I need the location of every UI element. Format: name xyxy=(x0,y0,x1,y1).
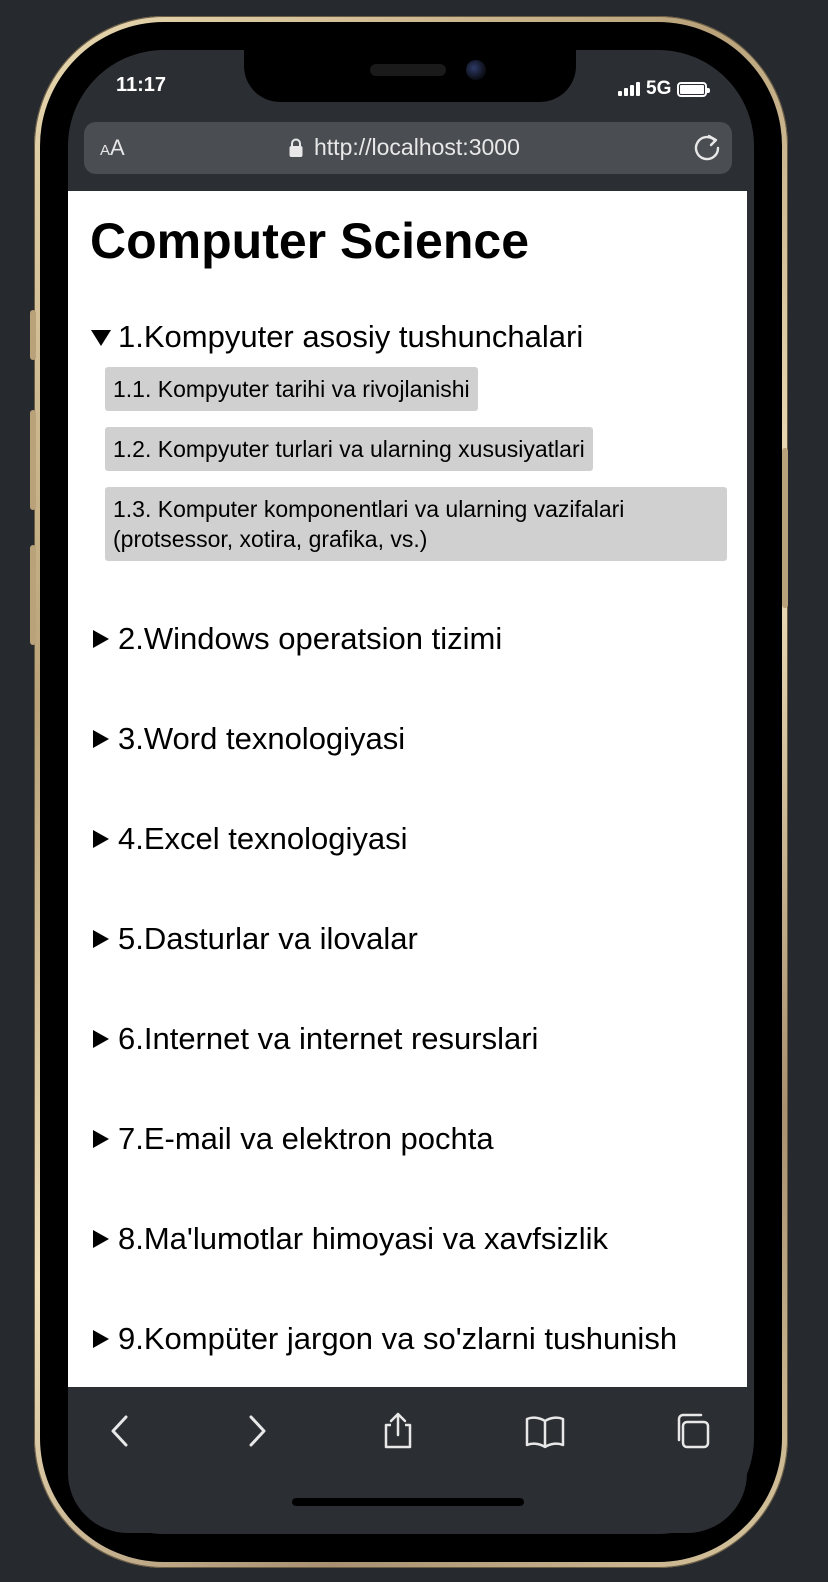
list-item[interactable]: 1.2. Kompyuter turlari va ularning xusus… xyxy=(105,427,593,471)
triangle-right-icon xyxy=(93,830,109,848)
section-header[interactable]: 7.E-mail va elektron pochta xyxy=(90,1113,730,1165)
page-title: Computer Science xyxy=(90,213,530,269)
device-stage: 11:17 5G AA http://localhost:3000 Comput… xyxy=(0,0,828,1582)
address-bar[interactable]: AA http://localhost:3000 xyxy=(84,122,732,174)
share-icon[interactable] xyxy=(378,1411,418,1451)
triangle-right-icon xyxy=(93,1130,109,1148)
volume-down-button xyxy=(30,545,36,645)
triangle-right-icon xyxy=(93,1330,109,1348)
section-1-items: 1.1. Kompyuter tarihi va rivojlanishi 1.… xyxy=(90,363,730,585)
battery-icon xyxy=(677,81,711,97)
volume-up-button xyxy=(30,410,36,510)
earpiece-speaker xyxy=(370,64,446,76)
section-header[interactable]: 8.Ma'lumotlar himoyasi va xavfsizlik xyxy=(90,1213,730,1265)
section-1: 1.Kompyuter asosiy tushunchalari 1.1. Ko… xyxy=(90,311,730,585)
reload-icon[interactable] xyxy=(690,131,724,165)
triangle-right-icon xyxy=(93,1230,109,1248)
section-header[interactable]: 1.Kompyuter asosiy tushunchalari xyxy=(90,311,730,363)
chevron-left-icon[interactable] xyxy=(101,1411,141,1451)
triangle-right-icon xyxy=(93,930,109,948)
section-header[interactable]: 4.Excel texnologiyasi xyxy=(90,813,730,865)
power-button xyxy=(782,448,788,608)
triangle-down-icon xyxy=(91,330,111,346)
network-type: 5G xyxy=(646,78,672,99)
home-indicator[interactable] xyxy=(292,1498,524,1506)
list-item[interactable]: 1.1. Kompyuter tarihi va rivojlanishi xyxy=(105,367,478,411)
notch xyxy=(244,50,576,102)
chevron-right-icon[interactable] xyxy=(236,1411,276,1451)
url-display[interactable]: http://localhost:3000 xyxy=(288,134,520,161)
list-item[interactable]: 1.3. Komputer komponentlari va ularning … xyxy=(105,487,727,561)
tabs-icon[interactable] xyxy=(672,1411,712,1451)
lock-icon xyxy=(289,138,303,157)
book-icon[interactable] xyxy=(525,1411,565,1451)
section-header[interactable]: 2.Windows operatsion tizimi xyxy=(90,613,730,665)
mute-switch xyxy=(30,310,36,360)
section-header[interactable]: 5.Dasturlar va ilovalar xyxy=(90,913,730,965)
status-indicators: 5G xyxy=(618,78,711,100)
sections-list: 1.Kompyuter asosiy tushunchalari 1.1. Ko… xyxy=(90,311,730,1365)
browser-toolbar xyxy=(68,1387,747,1473)
web-content: Computer Science 1.Kompyuter asosiy tush… xyxy=(68,191,747,1387)
section-header[interactable]: 6.Internet va internet resurslari xyxy=(90,1013,730,1065)
section-header[interactable]: 9.Kompüter jargon va so'zlarni tushunish xyxy=(90,1313,730,1365)
signal-icon xyxy=(618,82,640,96)
triangle-right-icon xyxy=(93,630,109,648)
front-camera xyxy=(466,60,486,80)
status-time: 11:17 xyxy=(116,74,167,96)
section-header[interactable]: 3.Word texnologiyasi xyxy=(90,713,730,765)
text-size-button[interactable]: AA xyxy=(100,135,125,161)
triangle-right-icon xyxy=(93,730,109,748)
triangle-right-icon xyxy=(93,1030,109,1048)
url-text: http://localhost:3000 xyxy=(314,134,520,160)
